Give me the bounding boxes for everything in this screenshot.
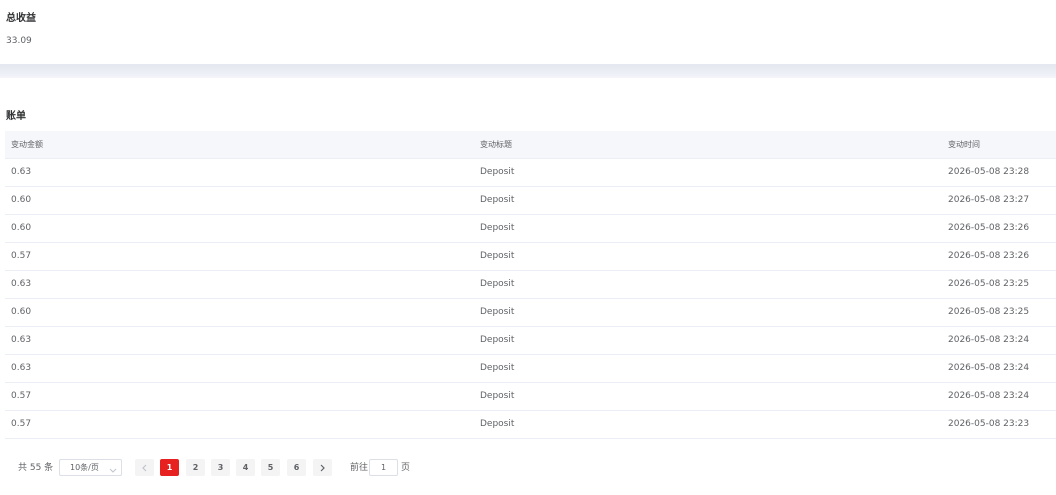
cell-time: 2026-05-08 23:23 — [948, 419, 1030, 429]
cell-amount: 0.63 — [11, 335, 32, 345]
total-earnings-value: 33.09 — [6, 36, 32, 46]
cell-title: Deposit — [480, 335, 515, 345]
cell-title: Deposit — [480, 419, 515, 429]
page-button-4[interactable]: 4 — [236, 459, 255, 476]
chevron-down-icon — [109, 464, 117, 473]
table-row: 0.63 Deposit 2026-05-08 23:24 — [5, 355, 1056, 383]
cell-time: 2026-05-08 23:26 — [948, 251, 1030, 261]
cell-time: 2026-05-08 23:25 — [948, 307, 1030, 317]
cell-amount: 0.57 — [11, 419, 32, 429]
table-row: 0.63 Deposit 2026-05-08 23:28 — [5, 159, 1056, 187]
cell-title: Deposit — [480, 307, 515, 317]
page-button-6[interactable]: 6 — [287, 459, 306, 476]
cell-title: Deposit — [480, 195, 515, 205]
table-header: 变动金额 变动标题 变动时间 — [5, 131, 1056, 159]
header-title: 变动标题 — [480, 140, 512, 149]
cell-amount: 0.60 — [11, 307, 32, 317]
cell-title: Deposit — [480, 363, 515, 373]
page-button-3[interactable]: 3 — [211, 459, 230, 476]
section-divider — [0, 64, 1056, 78]
header-time: 变动时间 — [948, 140, 980, 149]
bill-section: 账单 变动金额 变动标题 变动时间 0.63 Deposit 2026-05-0… — [0, 78, 1056, 495]
page-button-5[interactable]: 5 — [261, 459, 280, 476]
page-button-1[interactable]: 1 — [160, 459, 179, 476]
cell-title: Deposit — [480, 279, 515, 289]
table-row: 0.57 Deposit 2026-05-08 23:26 — [5, 243, 1056, 271]
cell-title: Deposit — [480, 167, 515, 177]
cell-title: Deposit — [480, 223, 515, 233]
goto-page-input[interactable]: 1 — [369, 459, 398, 476]
cell-amount: 0.57 — [11, 391, 32, 401]
prev-page-button[interactable] — [135, 459, 154, 476]
cell-amount: 0.63 — [11, 167, 32, 177]
bill-title: 账单 — [6, 111, 26, 122]
cell-time: 2026-05-08 23:25 — [948, 279, 1030, 289]
page-button-2[interactable]: 2 — [186, 459, 205, 476]
header-amount: 变动金额 — [11, 140, 43, 149]
earnings-summary: 总收益 33.09 — [0, 0, 1056, 64]
goto-label: 前往 — [350, 463, 369, 473]
cell-amount: 0.57 — [11, 251, 32, 261]
cell-amount: 0.63 — [11, 363, 32, 373]
cell-time: 2026-05-08 23:24 — [948, 391, 1030, 401]
table-row: 0.63 Deposit 2026-05-08 23:25 — [5, 271, 1056, 299]
summary-title: 总收益 — [6, 13, 36, 24]
goto-unit: 页 — [401, 463, 411, 473]
cell-amount: 0.63 — [11, 279, 32, 289]
cell-amount: 0.60 — [11, 223, 32, 233]
pagination: 共 55 条 10条/页 1 2 3 4 5 6 前往 1 页 — [0, 458, 1056, 478]
table-row: 0.57 Deposit 2026-05-08 23:23 — [5, 411, 1056, 439]
cell-time: 2026-05-08 23:27 — [948, 195, 1030, 205]
cell-title: Deposit — [480, 391, 515, 401]
bill-table: 变动金额 变动标题 变动时间 0.63 Deposit 2026-05-08 2… — [5, 131, 1056, 439]
table-row: 0.60 Deposit 2026-05-08 23:25 — [5, 299, 1056, 327]
page-size-value: 10条/页 — [70, 463, 99, 472]
table-row: 0.57 Deposit 2026-05-08 23:24 — [5, 383, 1056, 411]
cell-time: 2026-05-08 23:24 — [948, 335, 1030, 345]
cell-time: 2026-05-08 23:26 — [948, 223, 1030, 233]
cell-time: 2026-05-08 23:28 — [948, 167, 1030, 177]
cell-title: Deposit — [480, 251, 515, 261]
total-count: 共 55 条 — [18, 463, 54, 473]
table-row: 0.60 Deposit 2026-05-08 23:27 — [5, 187, 1056, 215]
cell-amount: 0.60 — [11, 195, 32, 205]
cell-time: 2026-05-08 23:24 — [948, 363, 1030, 373]
page-size-select[interactable]: 10条/页 — [59, 459, 122, 476]
next-page-button[interactable] — [313, 459, 332, 476]
table-row: 0.60 Deposit 2026-05-08 23:26 — [5, 215, 1056, 243]
table-row: 0.63 Deposit 2026-05-08 23:24 — [5, 327, 1056, 355]
